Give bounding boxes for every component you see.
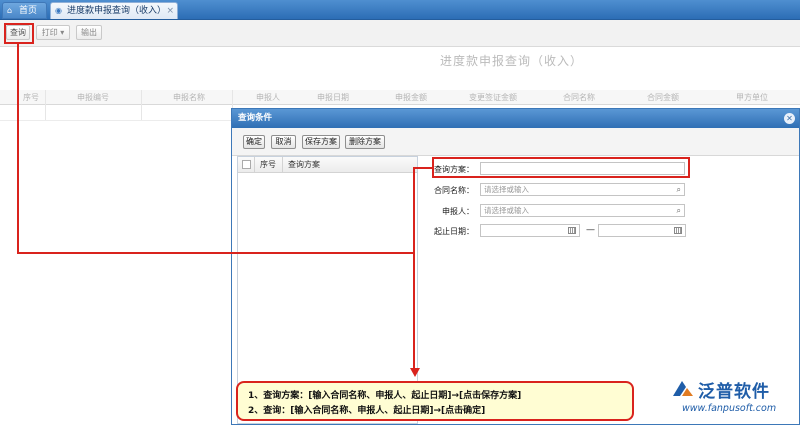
instruction-callout: 1、查询方案：[输入合同名称、申报人、起止日期]→[点击保存方案] 2、查询：[… [236, 381, 634, 421]
logo-url: www.fanpusoft.com [682, 403, 777, 414]
calendar-icon[interactable] [674, 227, 682, 234]
dialog-title: 查询条件 [238, 113, 273, 123]
dialog-title-bar: 查询条件 ✕ [232, 109, 799, 128]
reporter-label: 申报人： [442, 207, 474, 216]
annotation-arrow-icon [410, 368, 420, 377]
tab-home[interactable]: ⌂ 首页 [2, 2, 47, 19]
plan-col-name: 查询方案 [288, 160, 320, 169]
close-tab-icon[interactable]: × [166, 3, 174, 19]
chevron-down-icon: ▾ [60, 28, 65, 37]
calendar-icon[interactable] [568, 227, 576, 234]
list-divider [254, 157, 255, 172]
fanpusoft-logo: 泛普软件 www.fanpusoft.com [668, 376, 798, 421]
search-icon[interactable]: ⌕ [677, 185, 681, 195]
contract-placeholder: 请选择或输入 [484, 185, 529, 194]
plan-list-header: 序号 查询方案 [238, 157, 417, 173]
annotation-line [17, 252, 413, 254]
print-button[interactable]: 打印 ▾ [36, 25, 70, 40]
toolbar: 查询 打印 ▾ 输出 [0, 20, 800, 47]
tab-progress-payment-query[interactable]: ◉ 进度款申报查询（收入） × [50, 2, 178, 19]
col-reporter[interactable]: 申报人 [256, 92, 280, 103]
page-title-bar: 进度款申报查询（收入） [0, 50, 800, 70]
export-button[interactable]: 输出 [76, 25, 102, 40]
confirm-button[interactable]: 确定 [243, 135, 265, 149]
delete-plan-button[interactable]: 删除方案 [345, 135, 385, 149]
col-index[interactable]: 序号 [23, 92, 39, 103]
instruction-line-2: 2、查询：[输入合同名称、申报人、起止日期]→[点击确定] [248, 406, 486, 416]
page-icon: ◉ [55, 6, 62, 15]
page-title: 进度款申报查询（收入） [440, 54, 584, 68]
contract-name-input[interactable]: 请选择或输入 ⌕ [480, 183, 685, 196]
col-report-date[interactable]: 申报日期 [317, 92, 349, 103]
grid-header: 序号 申报编号 申报名称 申报人 申报日期 申报金额 变更签证金额 合同名称 合… [0, 90, 800, 105]
instruction-line-1: 1、查询方案：[输入合同名称、申报人、起止日期]→[点击保存方案] [248, 391, 522, 401]
col-contract-name[interactable]: 合同名称 [563, 92, 595, 103]
cancel-button[interactable]: 取消 [271, 135, 296, 149]
end-date-input[interactable] [598, 224, 686, 237]
dialog-toolbar: 确定 取消 保存方案 删除方案 [232, 128, 799, 156]
col-report-amount[interactable]: 申报金额 [395, 92, 427, 103]
close-icon[interactable]: ✕ [784, 113, 795, 124]
plan-col-index: 序号 [260, 160, 276, 169]
col-report-no[interactable]: 申报编号 [77, 92, 109, 103]
logo-name: 泛普软件 [698, 382, 770, 402]
col-contract-amount[interactable]: 合同金额 [647, 92, 679, 103]
reporter-input[interactable]: 请选择或输入 ⌕ [480, 204, 685, 217]
print-label: 打印 [41, 28, 58, 37]
annotation-line [413, 167, 415, 369]
reporter-placeholder: 请选择或输入 [484, 206, 529, 215]
annotation-query-box [4, 23, 34, 44]
tab-query-label: 进度款申报查询（收入） [67, 6, 167, 16]
search-icon[interactable]: ⌕ [677, 206, 681, 216]
tab-home-label: 首页 [19, 6, 38, 16]
annotation-line [17, 44, 19, 254]
date-range-label: 起止日期： [434, 227, 474, 236]
date-separator: — [586, 225, 595, 235]
annotation-plan-box [432, 157, 690, 178]
col-party-a[interactable]: 甲方单位 [736, 92, 768, 103]
contract-label: 合同名称： [434, 186, 474, 195]
select-all-checkbox[interactable] [242, 160, 251, 169]
tab-bar: ⌂ 首页 ◉ 进度款申报查询（收入） × [0, 0, 800, 20]
home-icon: ⌂ [7, 6, 13, 15]
list-divider [282, 157, 283, 172]
col-change-amount[interactable]: 变更签证金额 [469, 92, 517, 103]
annotation-line [413, 167, 433, 169]
save-plan-button[interactable]: 保存方案 [302, 135, 340, 149]
start-date-input[interactable] [480, 224, 580, 237]
col-report-name[interactable]: 申报名称 [173, 92, 205, 103]
logo-mark-icon [673, 381, 693, 396]
